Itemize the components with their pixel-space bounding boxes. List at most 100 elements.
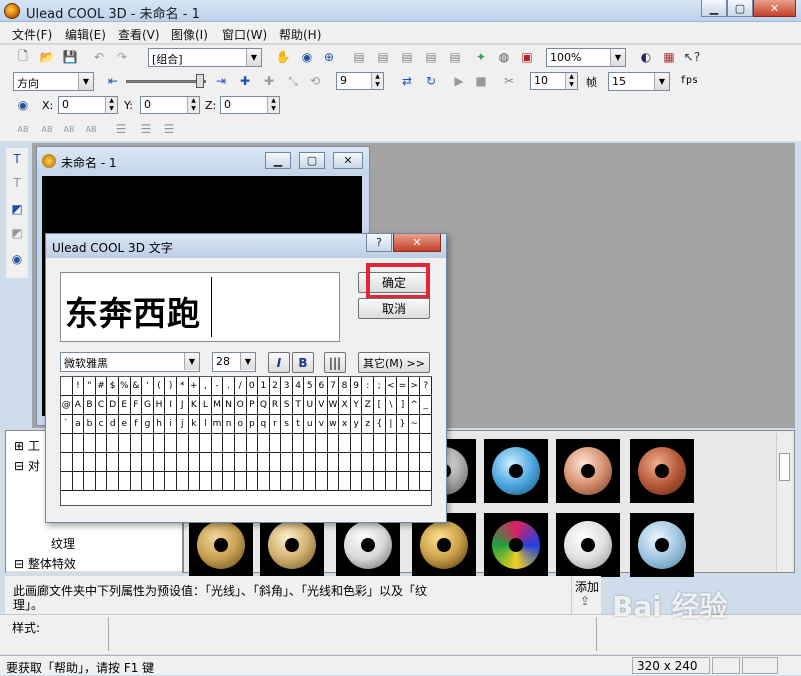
char-cell[interactable]: m bbox=[211, 415, 224, 434]
char-cell[interactable] bbox=[420, 472, 432, 491]
char-cell[interactable] bbox=[153, 434, 166, 453]
char-cell[interactable] bbox=[281, 472, 293, 491]
dialog-close-button[interactable]: ✕ bbox=[393, 234, 441, 252]
globe-icon[interactable]: ◍ bbox=[495, 48, 513, 66]
char-cell[interactable] bbox=[200, 472, 212, 491]
char-cell[interactable] bbox=[165, 453, 177, 472]
thumbnail[interactable] bbox=[556, 513, 620, 577]
char-cell[interactable]: \ bbox=[385, 396, 398, 415]
align-right-icon[interactable]: ☰ bbox=[160, 120, 178, 138]
char-cell[interactable] bbox=[408, 453, 421, 472]
char-cell[interactable] bbox=[292, 472, 305, 491]
char-cell[interactable]: f bbox=[130, 415, 143, 434]
char-cell[interactable] bbox=[374, 434, 386, 453]
char-cell[interactable]: } bbox=[397, 415, 409, 434]
align-left-icon[interactable]: ☰ bbox=[112, 120, 130, 138]
char-cell[interactable] bbox=[234, 434, 247, 453]
add-keyframe-icon[interactable]: ✚ bbox=[236, 72, 254, 90]
char-cell[interactable] bbox=[72, 434, 85, 453]
char-cell[interactable]: O bbox=[234, 396, 247, 415]
menu-image[interactable]: 图像(I) bbox=[171, 26, 208, 43]
char-cell[interactable]: # bbox=[95, 377, 108, 396]
char-cell[interactable] bbox=[211, 434, 224, 453]
char-cell[interactable]: { bbox=[374, 415, 386, 434]
fps-select[interactable]: 15 ▼ bbox=[608, 72, 670, 91]
add-button[interactable]: 添加 ⇪ bbox=[571, 576, 601, 614]
more-button[interactable]: 其它(M) >> bbox=[358, 352, 430, 373]
char-cell[interactable]: V bbox=[316, 396, 328, 415]
char-cell[interactable] bbox=[316, 472, 328, 491]
char-cell[interactable] bbox=[130, 453, 143, 472]
text-spacing-icon-1[interactable]: AB bbox=[14, 120, 32, 138]
char-cell[interactable]: $ bbox=[107, 377, 119, 396]
char-cell[interactable] bbox=[153, 472, 166, 491]
char-cell[interactable] bbox=[118, 472, 131, 491]
char-cell[interactable]: L bbox=[200, 396, 212, 415]
char-cell[interactable]: a bbox=[72, 415, 85, 434]
doc-close-button[interactable]: ✕ bbox=[333, 152, 363, 169]
char-cell[interactable] bbox=[200, 434, 212, 453]
char-cell[interactable]: X bbox=[339, 396, 351, 415]
char-cell[interactable] bbox=[165, 434, 177, 453]
y-position-spinner[interactable]: 0 ▲ ▼ bbox=[140, 96, 200, 114]
geometry-icon[interactable]: ◉ bbox=[8, 250, 26, 268]
size-object-icon[interactable]: ⊕ bbox=[320, 48, 338, 66]
frames-count-spinner[interactable]: 10 ▲ ▼ bbox=[530, 72, 578, 90]
menu-window[interactable]: 窗口(W) bbox=[222, 26, 267, 43]
tree-hscrollbar[interactable] bbox=[6, 571, 182, 573]
reverse-icon[interactable]: ⟲ bbox=[306, 72, 324, 90]
char-cell[interactable] bbox=[142, 434, 154, 453]
thumbnail[interactable] bbox=[630, 439, 694, 503]
font-select[interactable]: 微软雅黑 ▼ bbox=[60, 352, 200, 372]
char-cell[interactable] bbox=[234, 453, 247, 472]
edit-graphic-icon[interactable]: ◩ bbox=[8, 224, 26, 242]
thumbnail[interactable] bbox=[630, 513, 694, 577]
font-size-select[interactable]: 28 ▼ bbox=[212, 352, 256, 372]
new-file-icon[interactable]: 🗋 bbox=[14, 48, 32, 66]
char-cell[interactable] bbox=[84, 453, 96, 472]
char-spacing-button[interactable]: ||| bbox=[324, 352, 346, 373]
char-cell[interactable] bbox=[339, 453, 351, 472]
remove-keyframe-icon[interactable]: ✚ bbox=[260, 72, 278, 90]
dialog-help-button[interactable]: ? bbox=[366, 234, 392, 252]
char-cell[interactable]: W bbox=[327, 396, 340, 415]
char-cell[interactable]: , bbox=[200, 377, 212, 396]
object-select[interactable]: [组合] ▼ bbox=[148, 48, 262, 67]
layer-icon-1[interactable]: ▤ bbox=[350, 48, 368, 66]
char-cell[interactable] bbox=[397, 472, 409, 491]
export-icon[interactable]: ▦ bbox=[660, 48, 678, 66]
text-spacing-icon-2[interactable]: AB bbox=[38, 120, 56, 138]
layer-icon-4[interactable]: ▤ bbox=[422, 48, 440, 66]
char-cell[interactable] bbox=[269, 472, 282, 491]
char-cell[interactable]: ^ bbox=[408, 396, 421, 415]
char-cell[interactable] bbox=[292, 434, 305, 453]
char-cell[interactable] bbox=[142, 453, 154, 472]
char-cell[interactable] bbox=[350, 434, 363, 453]
char-cell[interactable] bbox=[362, 472, 375, 491]
char-cell[interactable]: [ bbox=[374, 396, 386, 415]
timeline-slider[interactable] bbox=[126, 80, 206, 83]
char-cell[interactable]: . bbox=[223, 377, 235, 396]
char-cell[interactable] bbox=[61, 453, 73, 472]
stop-icon[interactable]: ■ bbox=[472, 72, 490, 90]
char-cell[interactable] bbox=[176, 453, 189, 472]
char-cell[interactable]: d bbox=[107, 415, 119, 434]
char-cell[interactable]: ` bbox=[61, 415, 73, 434]
char-cell[interactable] bbox=[350, 472, 363, 491]
char-cell[interactable] bbox=[374, 472, 386, 491]
char-cell[interactable]: M bbox=[211, 396, 224, 415]
char-cell[interactable]: - bbox=[211, 377, 224, 396]
char-cell[interactable] bbox=[61, 472, 73, 491]
char-cell[interactable] bbox=[385, 453, 398, 472]
char-cell[interactable] bbox=[107, 434, 119, 453]
char-cell[interactable]: h bbox=[153, 415, 166, 434]
char-cell[interactable]: % bbox=[118, 377, 131, 396]
text-spacing-icon-3[interactable]: AB bbox=[60, 120, 78, 138]
char-cell[interactable] bbox=[374, 453, 386, 472]
char-cell[interactable]: ~ bbox=[408, 415, 421, 434]
char-cell[interactable] bbox=[420, 434, 432, 453]
char-cell[interactable]: R bbox=[269, 396, 282, 415]
char-cell[interactable] bbox=[316, 434, 328, 453]
char-cell[interactable] bbox=[246, 453, 259, 472]
app-icon[interactable] bbox=[4, 3, 20, 19]
